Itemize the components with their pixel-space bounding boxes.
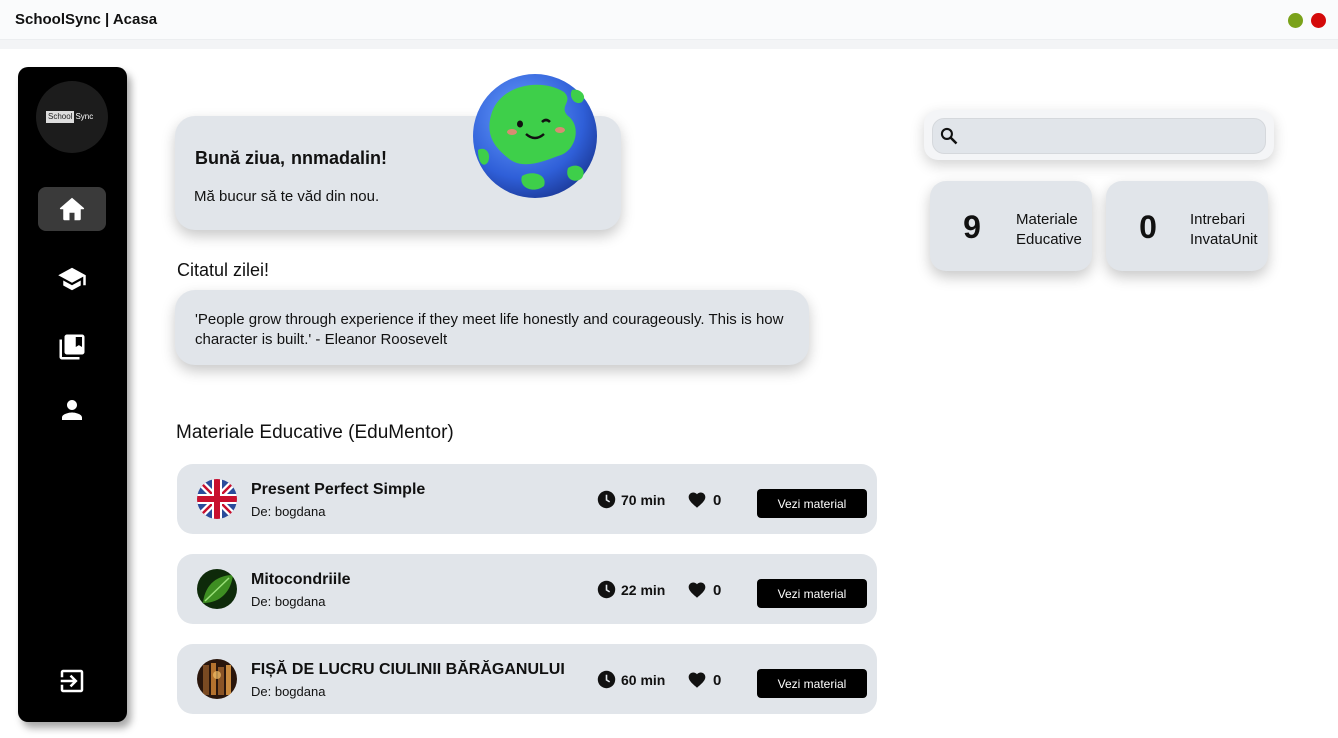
greeting-hello: Bună ziua,: [195, 148, 286, 168]
view-material-button[interactable]: Vezi material: [757, 579, 867, 608]
material-duration: 70 min: [597, 490, 665, 509]
search-input[interactable]: [965, 128, 1255, 144]
earth-mascot-illustration: [473, 74, 597, 198]
clock-icon: [597, 580, 616, 599]
quote-text: 'People grow through experience if they …: [195, 311, 784, 348]
library-thumbnail: [197, 659, 237, 699]
greeting-username: nnmadalin!: [291, 148, 388, 168]
leaf-thumbnail: [197, 569, 237, 609]
title-bar: SchoolSync | Acasa: [0, 0, 1338, 40]
quote-heading: Citatul zilei!: [177, 260, 270, 280]
title-bar-shadow: [0, 40, 1338, 49]
bookmark-books-icon: [59, 334, 85, 360]
heart-icon: [688, 492, 706, 508]
window-title: SchoolSync | Acasa: [15, 11, 158, 28]
heart-icon: [688, 672, 706, 688]
greeting-subtitle: Mă bucur să te văd din nou.: [194, 188, 380, 205]
material-duration-text: 22 min: [621, 581, 666, 598]
material-duration: 22 min: [597, 580, 665, 599]
quote-card: 'People grow through experience if they …: [175, 290, 809, 365]
material-duration-text: 60 min: [621, 671, 666, 688]
sidebar-item-library[interactable]: [38, 325, 106, 369]
search-box: [932, 118, 1266, 154]
material-likes-count: 0: [713, 671, 722, 689]
user-icon: [62, 400, 82, 420]
stat-materials-label-line1: Materiale: [1016, 211, 1078, 228]
sidebar-item-home[interactable]: [38, 187, 106, 231]
material-likes-count: 0: [713, 581, 722, 599]
material-duration-text: 70 min: [621, 491, 666, 508]
logo-text-school: School: [46, 111, 75, 123]
stat-materials-label: Materiale Educative: [1016, 210, 1094, 250]
material-row: Present Perfect Simple De: bogdana 70 mi…: [177, 464, 877, 534]
sidebar: School Sync: [18, 67, 127, 722]
material-title: FIȘĂ DE LUCRU CIULINII BĂRĂGANULUI: [251, 661, 565, 678]
sidebar-item-profile[interactable]: [38, 388, 106, 432]
greeting-line: Bună ziua, nnmadalin!: [195, 148, 387, 169]
clock-icon: [597, 670, 616, 689]
material-title: Present Perfect Simple: [251, 481, 426, 498]
home-icon: [59, 197, 85, 221]
material-author: De: bogdana: [251, 594, 326, 609]
clock-icon: [597, 490, 616, 509]
stat-questions-label-line2: InvataUnit: [1190, 231, 1258, 248]
material-likes[interactable]: 0: [687, 490, 721, 510]
material-duration: 60 min: [597, 670, 665, 689]
material-row: Mitocondriile De: bogdana 22 min 0 Vezi …: [177, 554, 877, 624]
stat-questions-count: 0: [1139, 209, 1157, 245]
heart-icon: [688, 582, 706, 598]
material-row: FIȘĂ DE LUCRU CIULINII BĂRĂGANULUI De: b…: [177, 644, 877, 714]
stat-questions-label-line1: Intrebari: [1190, 211, 1246, 228]
stat-questions-label: Intrebari InvataUnit: [1190, 210, 1268, 250]
graduation-cap-icon: [58, 267, 86, 291]
stat-card-questions: 0 Intrebari InvataUnit: [1106, 181, 1268, 271]
search-container: [924, 110, 1274, 160]
material-likes-count: 0: [713, 491, 722, 509]
logout-button[interactable]: [38, 659, 106, 703]
materials-heading: Materiale Educative (EduMentor): [176, 422, 454, 443]
app-logo: School Sync: [36, 81, 108, 153]
uk-flag-thumbnail: [197, 479, 237, 519]
view-material-button[interactable]: Vezi material: [757, 669, 867, 698]
sidebar-item-education[interactable]: [38, 257, 106, 301]
stat-card-materials: 9 Materiale Educative: [930, 181, 1092, 271]
search-icon: [940, 127, 958, 145]
stat-materials-count: 9: [963, 209, 981, 245]
material-title: Mitocondriile: [251, 571, 351, 588]
material-author: De: bogdana: [251, 684, 326, 699]
logo-text-sync: Sync: [75, 112, 94, 121]
view-material-button[interactable]: Vezi material: [757, 489, 867, 518]
minimize-button[interactable]: [1288, 13, 1303, 28]
material-likes[interactable]: 0: [687, 580, 721, 600]
stat-materials-label-line2: Educative: [1016, 231, 1082, 248]
logout-icon: [60, 669, 84, 693]
material-likes[interactable]: 0: [687, 670, 721, 690]
material-author: De: bogdana: [251, 504, 326, 519]
close-button[interactable]: [1311, 13, 1326, 28]
